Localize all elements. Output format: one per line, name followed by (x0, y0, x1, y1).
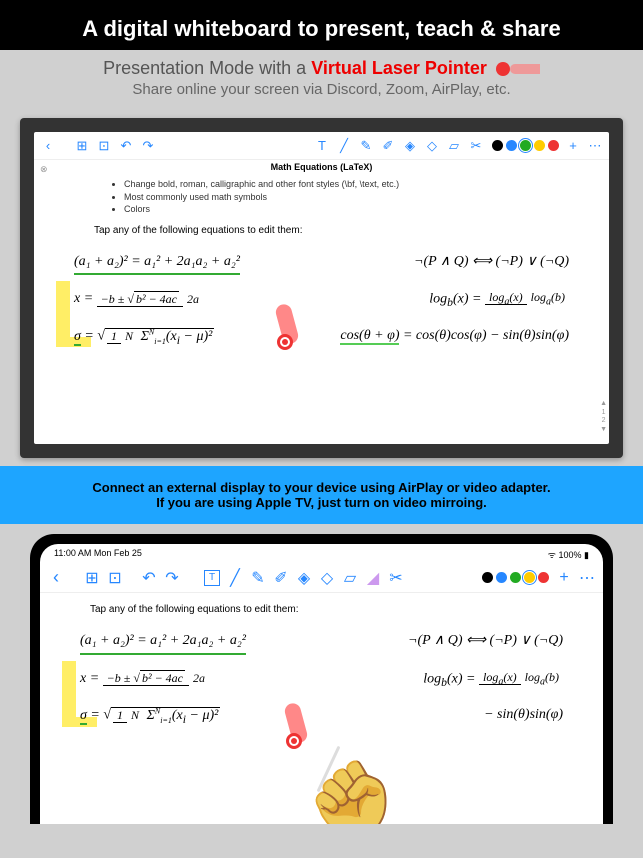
equation-row-3: σ = √1N ΣNi=1(xi − μ)² cos(θ + φ) = cos(… (74, 326, 569, 349)
equation-row-1: (a₁ + a₂)² = a₁² + 2a₁a₂ + a₂² ¬(P ∧ Q) … (74, 252, 569, 276)
equation-demorgan[interactable]: ¬(P ∧ Q) ⟺ (¬P) ∨ (¬Q) (408, 631, 563, 655)
equation-binomial[interactable]: (a₁ + a₂)² = a₁² + 2a₁a₂ + a₂² (80, 631, 246, 655)
equation-quadratic[interactable]: x = −b ± √b² − 4ac2a (74, 289, 203, 312)
tv-screen: ‹ ⊞ ⊡ ↶ ↷ T ╱ ✎ ✐ ◈ ◇ ▱ ✂ + ⋯ Math (34, 132, 609, 444)
redo-icon[interactable]: ↷ (164, 570, 180, 586)
highlighter-icon[interactable]: ◈ (402, 138, 418, 154)
equation-quadratic[interactable]: x = −b ± √b² − 4ac2a (80, 669, 209, 692)
hand-icon: ✊ (296, 746, 412, 824)
add-page-icon[interactable]: ⊡ (107, 570, 123, 586)
text-tool-icon[interactable]: T (204, 570, 220, 586)
equation-row-2: x = −b ± √b² − 4ac2a logb(x) = loga(x)lo… (74, 289, 569, 312)
laser-pointer (279, 304, 295, 344)
color-green[interactable] (510, 572, 521, 583)
color-blue[interactable] (506, 140, 517, 151)
ipad-frame: 11:00 AM Mon Feb 25 ᯤ 100% ▮ ‹ ⊞ ⊡ ↶ ↷ T… (30, 534, 613, 824)
more-icon[interactable]: ⋯ (579, 570, 595, 586)
laser-dot-icon (496, 62, 510, 76)
back-icon[interactable]: ‹ (40, 138, 56, 154)
text-tool-icon[interactable]: T (314, 138, 330, 154)
color-yellow[interactable] (524, 572, 535, 583)
pencil-tool-icon[interactable]: ✐ (380, 138, 396, 154)
brush-icon[interactable]: ◢ (365, 570, 381, 586)
document-title: Math Equations (LaTeX) (34, 160, 609, 174)
status-battery: ᯤ 100% ▮ (548, 548, 589, 561)
color-black[interactable] (482, 572, 493, 583)
header: A digital whiteboard to present, teach &… (0, 0, 643, 50)
yellow-highlight (62, 661, 76, 721)
equation-demorgan[interactable]: ¬(P ∧ Q) ⟺ (¬P) ∨ (¬Q) (414, 252, 569, 276)
add-icon[interactable]: + (565, 138, 581, 154)
equation-row-3: σ = √1N ΣNi=1(xi − μ)² − sin(θ)sin(φ) (80, 705, 563, 728)
laser-pointer (288, 703, 304, 743)
tap-instruction: Tap any of the following equations to ed… (90, 603, 563, 617)
undo-icon[interactable]: ↶ (118, 138, 134, 154)
color-blue[interactable] (496, 572, 507, 583)
cut-icon[interactable]: ✂ (388, 570, 404, 586)
equation-stddev[interactable]: σ = √1N ΣNi=1(xi − μ)² (80, 705, 220, 728)
pen-tool-icon[interactable]: ✎ (358, 138, 374, 154)
status-bar: 11:00 AM Mon Feb 25 ᯤ 100% ▮ (40, 544, 603, 563)
eraser2-icon[interactable]: ▱ (446, 138, 462, 154)
more-icon[interactable]: ⋯ (587, 138, 603, 154)
add-icon[interactable]: + (556, 570, 572, 586)
color-palette (492, 140, 559, 151)
yellow-highlight (56, 281, 70, 341)
document-body: Change bold, roman, calligraphic and oth… (34, 174, 609, 367)
laser-trail-icon (510, 64, 540, 74)
add-page-icon[interactable]: ⊡ (96, 138, 112, 154)
color-palette (482, 572, 549, 583)
equation-binomial[interactable]: (a₁ + a₂)² = a₁² + 2a₁a₂ + a₂² (74, 252, 240, 276)
eraser-icon[interactable]: ◇ (424, 138, 440, 154)
color-red[interactable] (538, 572, 549, 583)
subtitle-1: Presentation Mode with a Virtual Laser P… (10, 58, 633, 79)
grid-icon[interactable]: ⊞ (84, 570, 100, 586)
document-body-ipad: Tap any of the following equations to ed… (40, 593, 603, 748)
list-item: Colors (124, 203, 569, 216)
ipad-screen: 11:00 AM Mon Feb 25 ᯤ 100% ▮ ‹ ⊞ ⊡ ↶ ↷ T… (40, 544, 603, 824)
undo-icon[interactable]: ↶ (141, 570, 157, 586)
toolbar-ipad: ‹ ⊞ ⊡ ↶ ↷ T ╱ ✎ ✐ ◈ ◇ ▱ ◢ ✂ + (40, 563, 603, 593)
equation-cos-sum-partial[interactable]: − sin(θ)sin(φ) (484, 705, 563, 728)
eraser-icon[interactable]: ◇ (319, 570, 335, 586)
eraser2-icon[interactable]: ▱ (342, 570, 358, 586)
line-tool-icon[interactable]: ╱ (227, 570, 243, 586)
color-black[interactable] (492, 140, 503, 151)
equation-log[interactable]: logb(x) = loga(x)loga(b) (429, 289, 569, 312)
equation-stddev[interactable]: σ = √1N ΣNi=1(xi − μ)² (74, 326, 214, 349)
equation-log[interactable]: logb(x) = loga(x)loga(b) (423, 669, 563, 692)
tap-instruction: Tap any of the following equations to ed… (94, 224, 569, 238)
grid-icon[interactable]: ⊞ (74, 138, 90, 154)
pencil-tool-icon[interactable]: ✐ (273, 570, 289, 586)
subtitle-2: Share online your screen via Discord, Zo… (10, 81, 633, 98)
status-time: 11:00 AM Mon Feb 25 (54, 548, 142, 561)
toolbar-tv: ‹ ⊞ ⊡ ↶ ↷ T ╱ ✎ ✐ ◈ ◇ ▱ ✂ + ⋯ (34, 132, 609, 160)
equation-row-1: (a₁ + a₂)² = a₁² + 2a₁a₂ + a₂² ¬(P ∧ Q) … (80, 631, 563, 655)
highlighter-icon[interactable]: ◈ (296, 570, 312, 586)
line-tool-icon[interactable]: ╱ (336, 138, 352, 154)
subheader: Presentation Mode with a Virtual Laser P… (0, 50, 643, 110)
page-nav[interactable]: ▲12▼ (600, 400, 607, 434)
color-green[interactable] (520, 140, 531, 151)
cut-icon[interactable]: ✂ (468, 138, 484, 154)
color-yellow[interactable] (534, 140, 545, 151)
main-title: A digital whiteboard to present, teach &… (10, 16, 633, 42)
tv-frame: ‹ ⊞ ⊡ ↶ ↷ T ╱ ✎ ✐ ◈ ◇ ▱ ✂ + ⋯ Math (20, 118, 623, 458)
list-item: Most commonly used math symbols (124, 191, 569, 204)
redo-icon[interactable]: ↷ (140, 138, 156, 154)
info-band: Connect an external display to your devi… (0, 466, 643, 524)
back-icon[interactable]: ‹ (48, 570, 64, 586)
pen-tool-icon[interactable]: ✎ (250, 570, 266, 586)
color-red[interactable] (548, 140, 559, 151)
list-item: Change bold, roman, calligraphic and oth… (124, 178, 569, 191)
equation-cos-sum[interactable]: cos(θ + φ) = cos(θ)cos(φ) − sin(θ)sin(φ) (340, 326, 569, 349)
equation-row-2: x = −b ± √b² − 4ac2a logb(x) = loga(x)lo… (80, 669, 563, 692)
bullet-list: Change bold, roman, calligraphic and oth… (124, 178, 569, 216)
